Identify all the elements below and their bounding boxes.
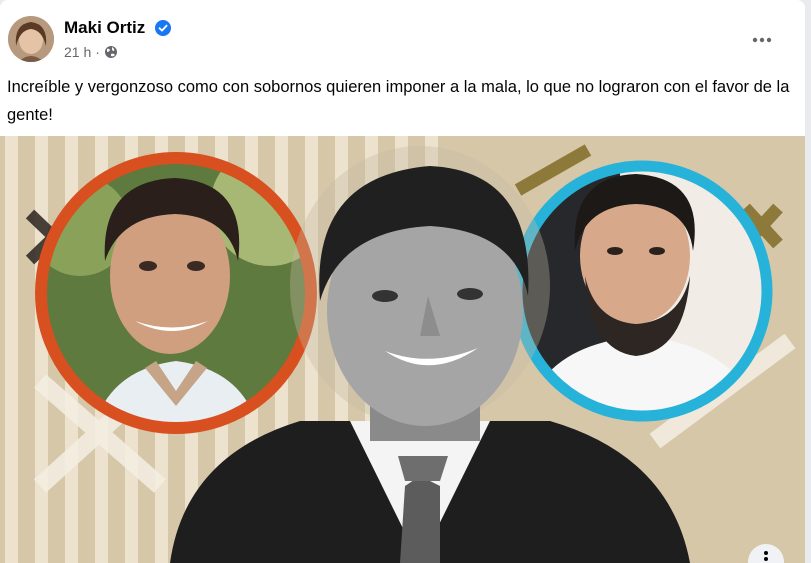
avatar-image [8,16,54,62]
verified-badge-icon [155,20,171,36]
meta-separator: · [95,44,100,60]
post-meta: 21 h · [64,44,118,60]
author-name[interactable]: Maki Ortiz [64,18,145,38]
globe-icon[interactable] [104,45,118,59]
post-timestamp[interactable]: 21 h [64,44,91,60]
photo-illustration [0,136,805,563]
post-card: Maki Ortiz 21 h · Increíble y vergonzoso… [0,0,805,563]
author-avatar[interactable] [8,16,54,62]
photo-more-icon [764,551,768,561]
more-options-button[interactable] [746,24,778,56]
more-options-icon [752,37,772,43]
post-text: Increíble y vergonzoso como con sobornos… [7,78,790,124]
post-photo[interactable] [0,136,805,563]
post-header: Maki Ortiz 21 h · [0,0,805,70]
